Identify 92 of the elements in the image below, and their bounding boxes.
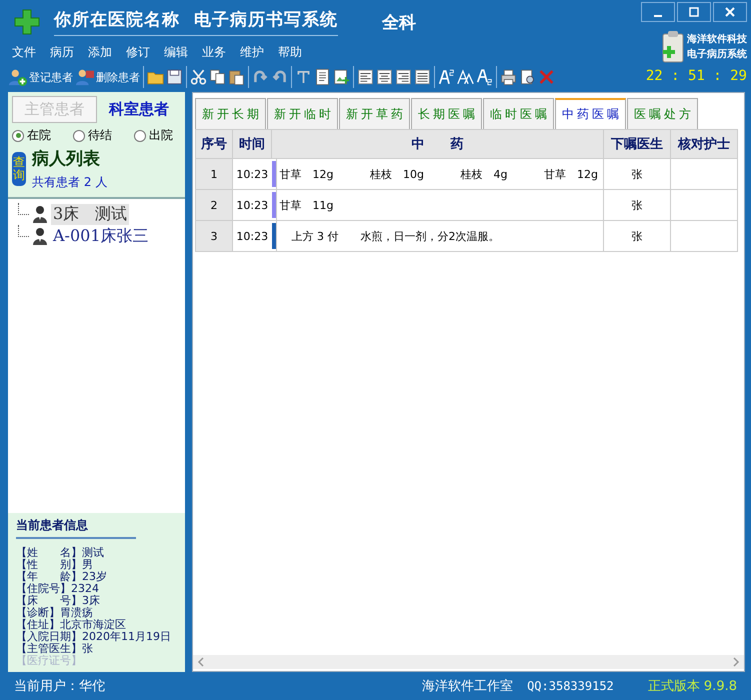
align-left-icon[interactable] (357, 68, 374, 86)
window-title: 你所在医院名称 电子病历书写系统 (54, 8, 338, 36)
justify-icon[interactable] (414, 68, 431, 86)
herb-item: 甘草 11g (280, 198, 334, 212)
info-line: 【主管医生】张 (16, 643, 94, 655)
logo-text: 电子病历系统 (687, 48, 747, 62)
add-patient-button[interactable]: 登记患者 (8, 68, 73, 86)
dosage-note: 上方 3 付 水煎，日一剂，分2次温服。 (292, 230, 500, 242)
save-icon[interactable] (166, 68, 183, 86)
info-line: 【性 别】男 (16, 559, 94, 571)
qq-number: QQ:358339152 (527, 679, 614, 693)
patient-item[interactable]: A-001床张三 (51, 226, 150, 246)
info-line: 【诊断】胃溃疡 (16, 607, 93, 619)
cross-logo-icon (14, 9, 40, 35)
patient-count: 共有患者 2 人 (32, 174, 108, 191)
table-cell: 1 (196, 158, 232, 190)
minimize-icon (653, 15, 663, 17)
print-preview-icon[interactable] (519, 68, 536, 86)
menu-item[interactable]: 病历 (50, 44, 74, 61)
menu-item[interactable]: 编辑 (164, 44, 188, 61)
version-label: 正式版本 9.9.8 (648, 678, 737, 695)
font-size-icon[interactable] (457, 68, 474, 86)
image-add-icon[interactable] (333, 68, 350, 86)
herb-item: 甘草 12g (280, 166, 334, 182)
order-tab[interactable]: 新开临时 (267, 98, 338, 129)
info-title: 当前患者信息 (16, 517, 136, 539)
menu-item[interactable]: 业务 (202, 44, 226, 61)
clock: 22 : 51 : 29 (646, 68, 747, 84)
column-header: 序号 (196, 130, 232, 158)
align-center-icon[interactable] (376, 68, 393, 86)
info-line: 【住院号】2324 (16, 583, 99, 595)
paste-icon[interactable] (228, 68, 245, 86)
maximize-icon (689, 7, 699, 17)
delete-patient-button[interactable]: 删除患者 (75, 68, 140, 86)
info-line: 【床 号】3床 (16, 595, 101, 607)
herb-item: 甘草 12g (544, 166, 598, 182)
department-label: 全科 (382, 12, 416, 34)
maximize-button[interactable] (677, 2, 711, 22)
herb-item: 桂枝 4g (460, 166, 508, 182)
people-icon (75, 68, 95, 86)
menu-item[interactable]: 添加 (88, 44, 112, 61)
herb-item: 桂枝 10g (370, 166, 424, 182)
subscript-icon[interactable] (476, 68, 493, 86)
table-cell: 张 (604, 158, 670, 190)
person-icon (32, 205, 48, 223)
order-tab[interactable]: 中药医嘱 (555, 98, 626, 129)
column-header: 下嘱医生 (604, 130, 670, 158)
scissors-icon[interactable] (190, 68, 207, 86)
table-cell: 张 (604, 220, 670, 252)
radio-button[interactable] (134, 130, 146, 142)
minimize-button[interactable] (641, 2, 675, 22)
menu-item[interactable]: 帮助 (278, 44, 302, 61)
document-icon[interactable] (314, 68, 331, 86)
printer-icon[interactable] (500, 68, 517, 86)
radio-button[interactable] (12, 130, 24, 142)
studio-name: 海洋软件工作室 (422, 678, 514, 695)
info-line: 【姓 名】测试 (16, 547, 105, 559)
info-line: 【医疗证号】 (16, 655, 83, 667)
close-icon (725, 7, 735, 17)
table-cell: 2 (196, 190, 232, 220)
person-icon (32, 227, 48, 245)
column-header: 中 药 (272, 130, 604, 158)
table-cell: 3 (196, 220, 232, 252)
current-user: 当前用户：华佗 (14, 678, 105, 695)
people-icon (8, 68, 28, 86)
info-line: 【住址】北京市海淀区 (16, 619, 127, 631)
list-title: 病人列表 (32, 148, 101, 170)
menu-item[interactable]: 维护 (240, 44, 264, 61)
menu-item[interactable]: 文件 (12, 44, 36, 61)
align-right-icon[interactable] (395, 68, 412, 86)
patient-item[interactable]: 3床 测试 (51, 204, 130, 224)
order-tab[interactable]: 医嘱处方 (627, 98, 698, 129)
copy-icon[interactable] (209, 68, 226, 86)
radio-label: 在院 (27, 127, 51, 144)
menu-item[interactable]: 修订 (126, 44, 150, 61)
query-button[interactable]: 查询 (12, 152, 26, 186)
superscript-icon[interactable] (438, 68, 455, 86)
radio-label: 待结 (88, 127, 112, 144)
column-header: 时间 (232, 130, 272, 158)
order-tab[interactable]: 临时医嘱 (483, 98, 554, 129)
close-button[interactable] (713, 2, 747, 22)
radio-label: 出院 (149, 127, 173, 144)
table-cell: 张 (604, 190, 670, 220)
radio-button[interactable] (73, 130, 85, 142)
order-tab[interactable]: 新开草药 (339, 98, 410, 129)
info-line: 【入院日期】2020年11月19日 (16, 631, 172, 643)
info-line: 【年 龄】23岁 (16, 571, 108, 583)
order-tab[interactable]: 新开长期 (195, 98, 266, 129)
column-header: 核对护士 (670, 130, 738, 158)
text-tool-icon[interactable] (295, 68, 312, 86)
logo-text: 海洋软件科技 (687, 32, 747, 47)
order-tab[interactable]: 长期医嘱 (411, 98, 482, 129)
